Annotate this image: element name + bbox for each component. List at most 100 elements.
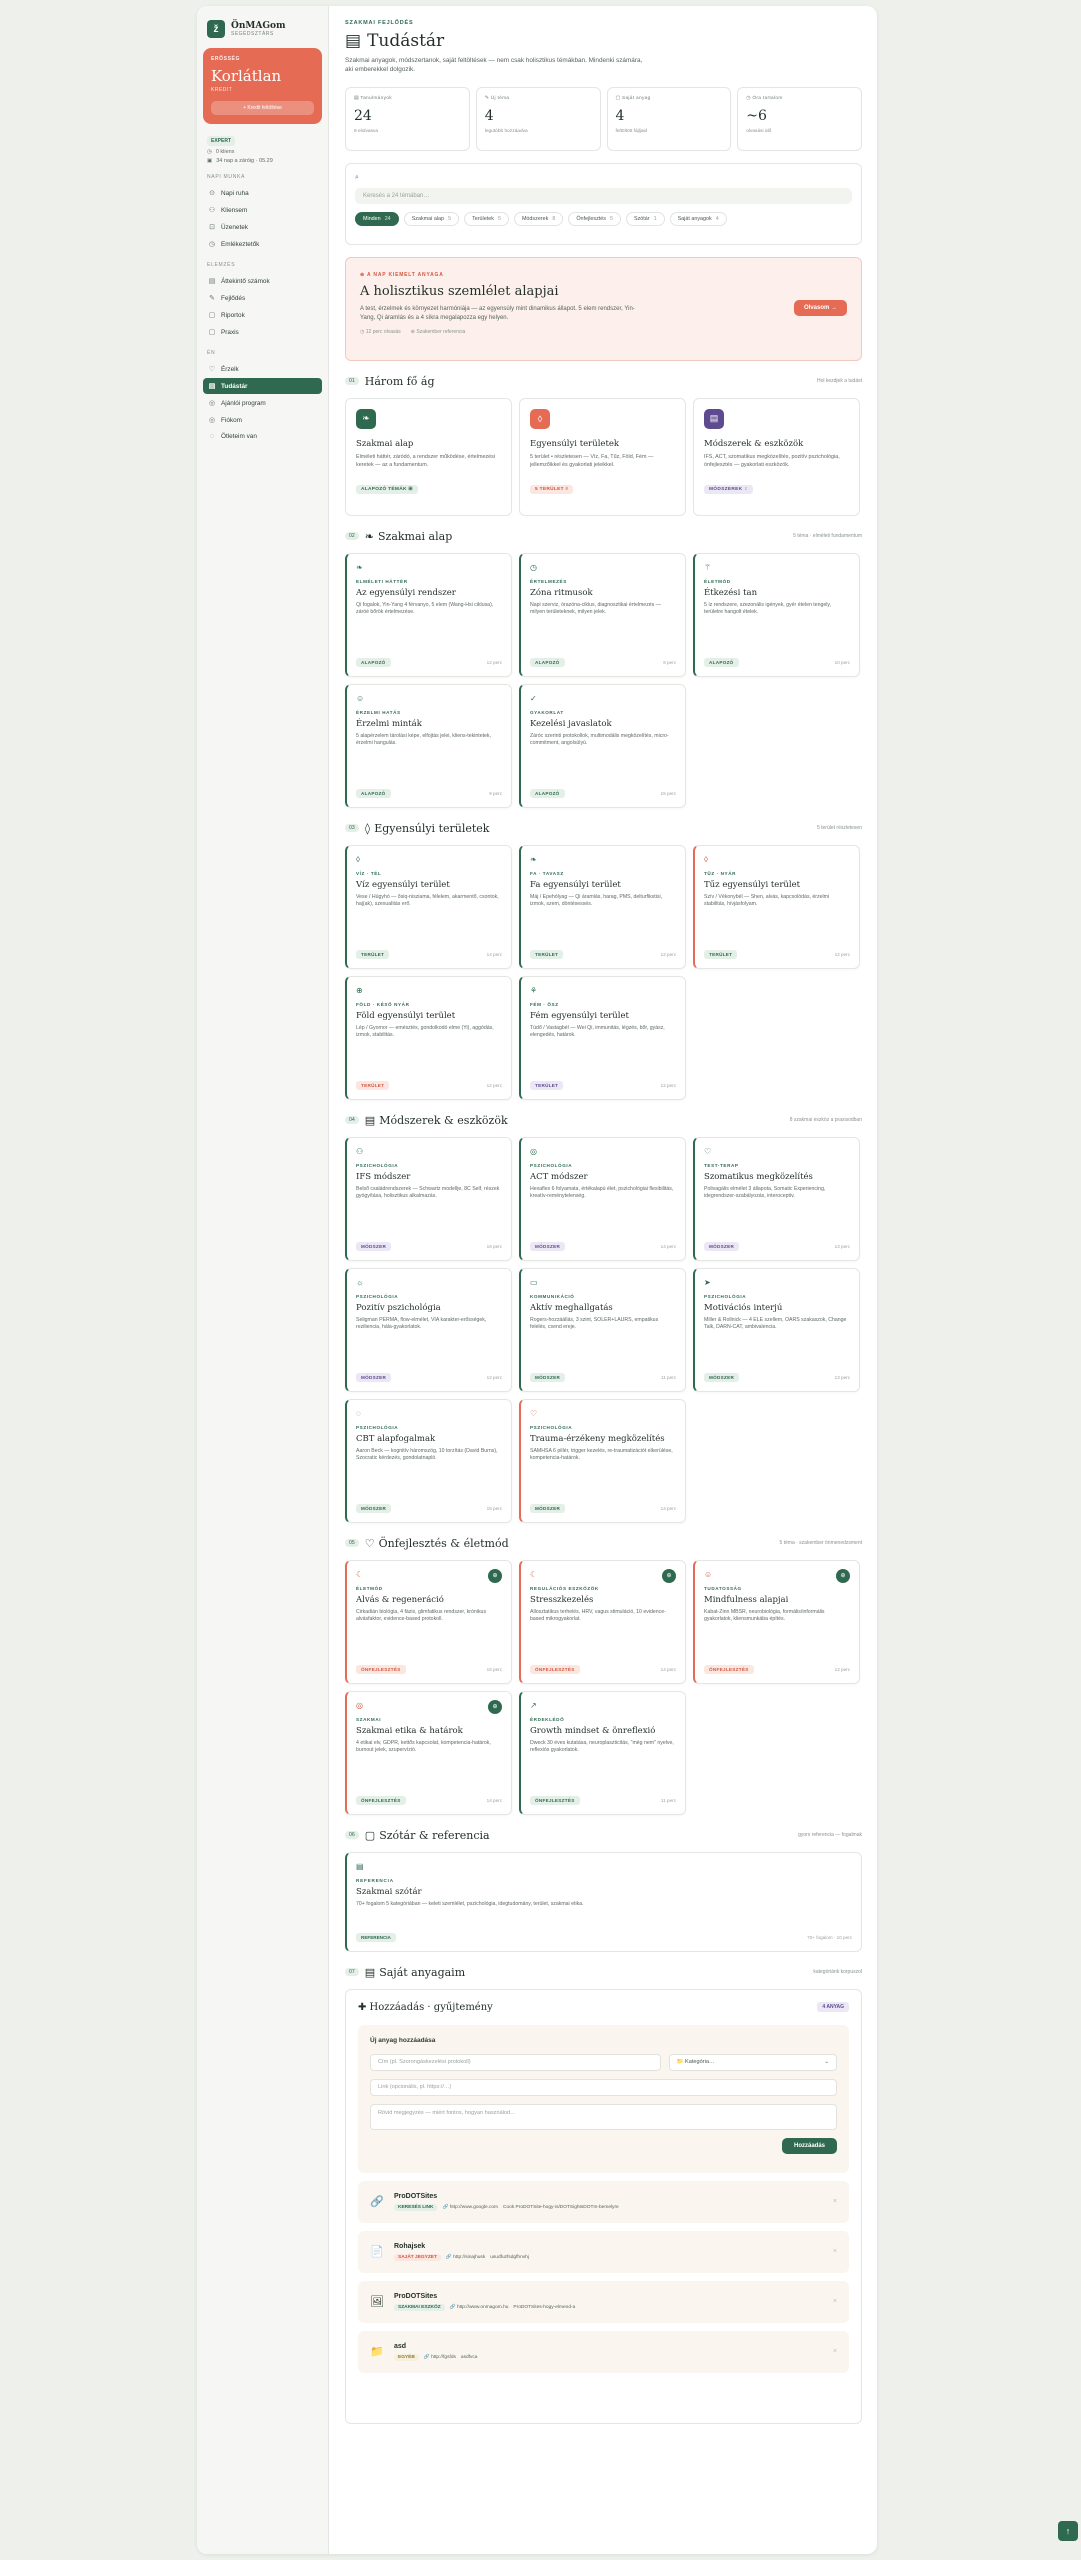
stat-card: ▤ Tanulmányok 24 9 elolvasva — [345, 86, 470, 151]
topic-kicker: REGULÁCIÓS ESZKÖZÖK — [530, 1585, 599, 1591]
bookmark-icon[interactable]: ⊕ — [488, 1568, 502, 1583]
bookmark-icon[interactable]: ⊕ — [662, 1568, 676, 1583]
topic-card[interactable]: ☼ PSZICHOLÓGIA Pozitív pszichológia Seligma… — [345, 1267, 512, 1392]
add-material-button[interactable]: Hozzáadás — [781, 2137, 837, 2154]
link-input[interactable]: Link (opcionális, pl. https://…) — [370, 2078, 837, 2096]
title-input[interactable]: Cím (pl. Szorongáskezelési protokoll) — [370, 2053, 661, 2071]
pillar-card[interactable]: ▤ Módszerek & eszközök IFS, ACT, szomatiku… — [693, 397, 860, 516]
material-item[interactable]: 🖼 ProDOTSites SZAKMAI ESZKÖZ 🔗 http://www.o… — [358, 2280, 849, 2323]
section-header: 06 ▢ Szótár & referencia gyors referencia —… — [345, 1829, 862, 1842]
material-link[interactable]: 🔗 http://sinajhusk — [446, 2255, 485, 2260]
topic-card[interactable]: ◷ ÉRTELMEZÉS Zóna ritmusok Napi szerviz, ór… — [519, 552, 686, 677]
sidebar-item-label: Tudástár — [221, 382, 248, 390]
search-input[interactable]: Keresés a 24 témában… — [355, 187, 852, 204]
topic-tag: MÓDSZER — [704, 1241, 740, 1251]
topic-desc: Záróc szerinti protokollok, multimodális… — [530, 732, 669, 747]
scroll-top-button[interactable]: ↑ — [1058, 2521, 1078, 2541]
topic-card[interactable]: ☺ ÉRZELMI HATÁS Érzelmi minták 5 alapérzele… — [345, 683, 512, 808]
close-icon[interactable]: × — [833, 2298, 837, 2305]
topic-kicker: TŰZ · NYÁR — [704, 870, 737, 876]
topic-card[interactable]: ⚇ PSZICHOLÓGIA IFS módszer Belső családrend… — [345, 1136, 512, 1261]
materials-list: 🔗 ProDOTSites KERESÉS LINK 🔗 http://www.goo… — [358, 2180, 849, 2373]
sidebar-item[interactable]: ▤ Tudástár — [203, 378, 322, 394]
featured-meta-time: ◷ 12 perc olvasás — [360, 328, 401, 335]
topic-card[interactable]: ❧ FA · TAVASZ Fa egyensúlyi terület Máj / E… — [519, 844, 686, 969]
section-icon: ♡ — [364, 1536, 375, 1550]
topic-footer: MÓDSZER 15 perc — [356, 1503, 502, 1513]
note-textarea[interactable]: Rövid megjegyzés — miért fontos, hogyan … — [370, 2103, 837, 2130]
material-link[interactable]: 🔗 http://www.onmagom.hu — [450, 2305, 509, 2310]
topic-card[interactable]: ☾ ⊕ ÉLETMÓD Alvás & regeneráció Cirkadián bi… — [345, 1559, 512, 1684]
topic-kicker: ÉRDEKLÉDŐ — [530, 1716, 565, 1722]
sidebar-item-label: Áttekintő számok — [221, 277, 270, 285]
sidebar-item[interactable]: ▢ Riportok — [203, 307, 322, 323]
sidebar-item[interactable]: ◎ Fiókom — [203, 412, 322, 428]
topic-title: Motivációs interjú — [704, 1302, 783, 1313]
featured-card[interactable]: ⊕ A NAP KIEMELT ANYAGA A holisztikus sze… — [345, 256, 862, 361]
brand[interactable]: ž ÖnMAGom SEGÉDSZTÁRS — [207, 20, 318, 38]
material-item[interactable]: 📄 Rohajsek SAJÁT JEGYZET 🔗 http://sinajhusk… — [358, 2230, 849, 2273]
topic-card[interactable]: ⚘ FÉM · ŐSZ Fém egyensúlyi terület Tüdő / V… — [519, 975, 686, 1100]
topic-icon: ♡ — [704, 1146, 712, 1156]
topic-card[interactable]: ❧ ELMÉLETI HÁTTÉR Az egyensúlyi rendszer Qi… — [345, 552, 512, 677]
topic-card[interactable]: ☾ ⊕ REGULÁCIÓS ESZKÖZÖK Stresszkezelés Allos… — [519, 1559, 686, 1684]
filter-chip[interactable]: Saját anyagok 4 — [669, 211, 727, 226]
topic-card[interactable]: ✓ GYAKORLAT Kezelési javaslatok Záróc szeri… — [519, 683, 686, 808]
topup-credit-button[interactable]: + Kredit feltöltése — [211, 101, 314, 115]
material-item[interactable]: 🔗 ProDOTSites KERESÉS LINK 🔗 http://www.goo… — [358, 2180, 849, 2223]
pillar-card[interactable]: ❧ Szakmai alap Elméleti háttér, záródó, a … — [345, 397, 512, 516]
topic-card[interactable]: ☺ ⊕ TUDATOSSÁG Mindfulness alapjai Kabat-Zin… — [693, 1559, 860, 1684]
chevron-down-icon: ⌄ — [824, 2059, 829, 2066]
material-link[interactable]: 🔗 http://fgsfds — [424, 2355, 456, 2360]
topic-card[interactable]: ♡ PSZICHOLÓGIA Trauma-érzékeny megközelíté… — [519, 1398, 686, 1523]
filter-chip[interactable]: Minden 24 — [355, 211, 399, 226]
close-icon[interactable]: × — [833, 2248, 837, 2255]
read-time: 11 perc — [661, 1374, 676, 1380]
dictionary-card[interactable]: ▤ REFERENCIA Szakmai szótár 70+ fogalom … — [345, 1851, 862, 1952]
category-select[interactable]: 📁 Kategória… ⌄ — [668, 2053, 837, 2071]
pillar-card[interactable]: ◊ Egyensúlyi területek 5 terület • részlet… — [519, 397, 686, 516]
topic-card[interactable]: ◌ PSZICHOLÓGIA CBT alapfogalmak Aaron Beck … — [345, 1398, 512, 1523]
pillars-grid: ❧ Szakmai alap Elméleti háttér, záródó, a … — [345, 397, 862, 516]
material-item[interactable]: 📁 asd EGYÉB 🔗 http://fgsfds asdfvca × — [358, 2330, 849, 2373]
filter-chip[interactable]: Területek 5 — [464, 211, 509, 226]
own-materials-panel: ✚ Hozzáadás · gyűjtemény 4 ANYAG Új anya… — [345, 1988, 862, 2424]
bookmark-icon[interactable]: ⊕ — [488, 1699, 502, 1714]
topic-kicker: PSZICHOLÓGIA — [530, 1162, 573, 1168]
filter-chip[interactable]: Szakmai alap 5 — [403, 211, 460, 226]
filter-chip[interactable]: Módszerek 8 — [513, 211, 564, 226]
sidebar-item[interactable]: ◷ Emlékeztetők — [203, 236, 322, 252]
topic-card[interactable]: ◎ PSZICHOLÓGIA ACT módszer Hexaflex 6 folya… — [519, 1136, 686, 1261]
sidebar-item[interactable]: ▢ Praxis — [203, 324, 322, 340]
topic-icon: ◎ — [356, 1700, 363, 1710]
sidebar-item[interactable]: ◎ Ajánlói program — [203, 395, 322, 411]
material-link[interactable]: 🔗 http://www.google.com — [442, 2205, 498, 2210]
topic-card[interactable]: ⊕ FÖLD · KÉSŐ NYÁR Föld egyensúlyi terület… — [345, 975, 512, 1100]
section-title: ▤ Módszerek & eszközök — [365, 1114, 508, 1127]
topic-card[interactable]: ◊ TŰZ · NYÁR Tűz egyensúlyi terület Szív / … — [693, 844, 860, 969]
nav-icon: ▤ — [208, 278, 216, 285]
sidebar-item[interactable]: ✎ Fejlődés — [203, 290, 322, 306]
sidebar-item[interactable]: ♡ Érzelk — [203, 361, 322, 377]
sidebar-item[interactable]: ⊙ Napi ruha — [203, 185, 322, 201]
topic-card[interactable]: ◊ VÍZ · TÉL Víz egyensúlyi terület Vese / H… — [345, 844, 512, 969]
topic-card[interactable]: ♡ TEST-TERAP Szomatikus megközelítés Poliva… — [693, 1136, 860, 1261]
topic-card[interactable]: ◎ ⊕ SZAKMAI Szakmai etika & határok 4 etikai… — [345, 1690, 512, 1815]
topic-card[interactable]: ▭ KOMMUNIKÁCIÓ Aktív meghallgatás Rogers-ho… — [519, 1267, 686, 1392]
filter-chip[interactable]: Önfejlesztés 5 — [568, 211, 621, 226]
close-icon[interactable]: × — [833, 2348, 837, 2355]
sidebar-item-label: Ötleteim van — [221, 433, 257, 440]
read-button[interactable]: Olvasom → — [793, 299, 847, 316]
sidebar-item[interactable]: ⚇ Kliensem — [203, 202, 322, 218]
filter-chip[interactable]: Szótár 1 — [625, 211, 665, 226]
sidebar-item[interactable]: ▤ Áttekintő számok — [203, 273, 322, 289]
topic-card[interactable]: ↗ ÉRDEKLÉDŐ Growth mindset & önreflexió Dwe… — [519, 1690, 686, 1815]
sidebar-item[interactable]: ⊡ Üzenetek — [203, 219, 322, 235]
topic-card[interactable]: ⚚ ÉLETMÓD Étkezési tan 5 íz rendszere, szez… — [693, 552, 860, 677]
topic-card[interactable]: ➤ PSZICHOLÓGIA Motivációs interjú Miller & … — [693, 1267, 860, 1392]
sidebar-item[interactable]: ◌ Ötleteim van — [203, 429, 322, 444]
nav-icon: ◎ — [208, 400, 216, 407]
close-icon[interactable]: × — [833, 2198, 837, 2205]
bookmark-icon[interactable]: ⊕ — [836, 1568, 850, 1583]
topic-icon: ⚇ — [356, 1146, 364, 1156]
